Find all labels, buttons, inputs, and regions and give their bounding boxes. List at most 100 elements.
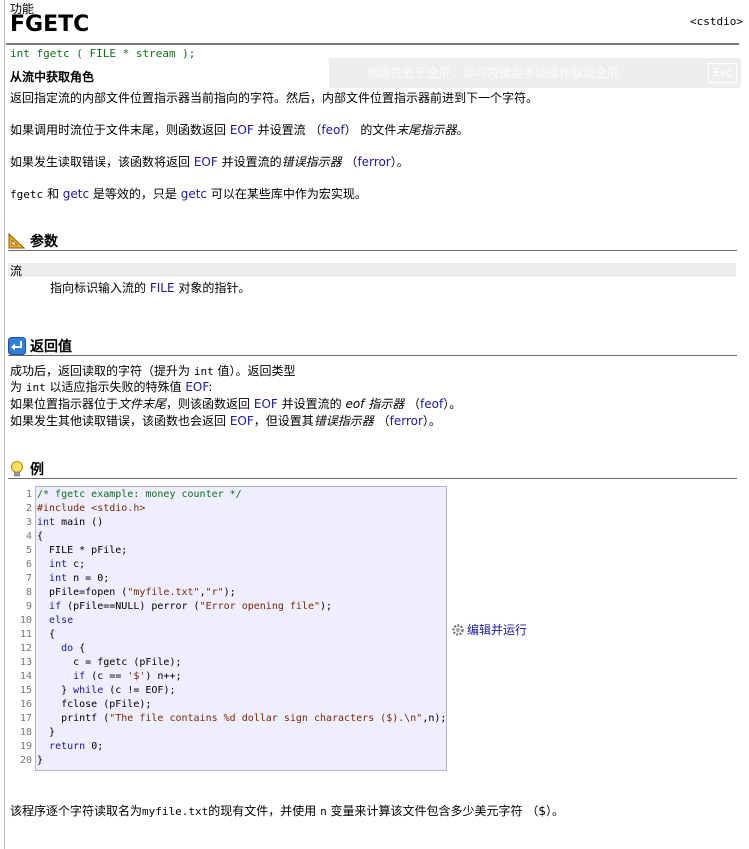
parameters-heading: 参数 — [8, 231, 58, 251]
text: 的现有文件，并使用 — [208, 804, 321, 818]
code-token: return — [49, 741, 86, 752]
code-line: int c; — [37, 558, 446, 572]
exit-fullscreen-button[interactable]: Esc — [708, 63, 737, 83]
example-divider — [8, 478, 737, 479]
eof-link[interactable]: EOF — [254, 397, 278, 411]
eof-link[interactable]: EOF — [194, 155, 218, 169]
text: ，但设置其 — [253, 414, 314, 428]
code-token: if — [49, 601, 62, 612]
code-line: c = fgetc (pFile); — [37, 656, 446, 670]
lightbulb-icon — [8, 460, 26, 478]
code-line: fclose (pFile); — [37, 698, 446, 712]
text: 如果位置指示器位于 — [10, 397, 119, 411]
code-token: "Error opening file" — [199, 601, 320, 612]
code-line: return 0; — [37, 740, 446, 754]
code-token: int — [37, 517, 56, 528]
code-token: { — [73, 643, 86, 654]
code-line-number: 9 — [25, 601, 32, 612]
text: ）。 — [390, 155, 409, 169]
return-line-3: 如果位置指示器位于文件末尾，则该函数返回 EOF 并设置流的 eof 指示器 （… — [10, 396, 461, 412]
code-token: } — [37, 685, 74, 696]
code-listing[interactable]: /* fgetc example: money counter */ #inclu… — [37, 488, 446, 768]
feof-link[interactable]: feof — [321, 123, 344, 137]
edit-and-run-link[interactable]: 编辑并运行 — [451, 621, 527, 638]
text: ）。 — [422, 414, 441, 428]
eof-link[interactable]: EOF — [185, 380, 208, 394]
text: 和 — [43, 187, 63, 201]
text: 该程序逐个字符读取名为 — [10, 804, 143, 818]
text: 对象的指针。 — [174, 281, 251, 295]
fullscreen-toast: 你现在处于全屏，即可按键盘手动操作取消全屏 Esc — [329, 58, 741, 88]
text: 并设置流 （ — [253, 123, 322, 137]
code-line-number: 12 — [19, 643, 32, 654]
code-line: } — [37, 754, 446, 768]
code-token: while — [73, 685, 104, 696]
code-token: ) n++; — [145, 671, 182, 682]
file-link[interactable]: FILE — [150, 281, 175, 295]
code-token: 0; — [85, 741, 104, 752]
example-heading: 例 — [8, 459, 44, 479]
code-token: /* fgetc example: money counter */ — [37, 489, 242, 500]
text: （ — [404, 397, 421, 411]
function-prototype: int fgetc ( FILE * stream ); — [10, 47, 196, 60]
code-line-number: 16 — [19, 699, 32, 710]
text-italic: eof 指示器 — [345, 397, 405, 411]
code-token: } — [37, 755, 44, 766]
code-line: if (c == '$') n++; — [37, 670, 446, 684]
description-p2: 如果调用时流位于文件末尾，则函数返回 EOF 并设置流 （feof） 的文件末尾… — [10, 122, 468, 138]
text-code: int — [193, 365, 214, 378]
code-line: FILE * pFile; — [37, 544, 446, 558]
code-token: do — [61, 643, 74, 654]
title-divider — [6, 43, 739, 45]
text-code: myfile.txt — [142, 805, 209, 818]
description-p3: 如果发生读取错误，该函数将返回 EOF 并设置流的错误指示器 （ferror）。 — [10, 154, 409, 170]
fullscreen-toast-message: 你现在处于全屏，即可按键盘手动操作取消全屏 — [367, 66, 620, 80]
code-token: } — [37, 727, 56, 738]
code-line: /* fgetc example: money counter */ — [37, 488, 446, 502]
code-token: (c == — [85, 671, 128, 682]
text: : — [208, 380, 213, 394]
code-token: fclose (pFile); — [37, 699, 152, 710]
return-arrow-icon — [8, 337, 26, 355]
code-token: c = fgetc (pFile); — [37, 657, 182, 668]
eof-link[interactable]: EOF — [230, 123, 254, 137]
feof-link[interactable]: feof — [420, 397, 443, 411]
text: 如果发生读取错误，该函数将返回 — [10, 155, 194, 169]
code-line: if (pFile==NULL) perror ("Error opening … — [37, 600, 446, 614]
return-value-heading: 返回值 — [8, 336, 72, 356]
code-token: #include <stdio.h> — [37, 503, 146, 514]
eof-link[interactable]: EOF — [230, 414, 254, 428]
code-line: printf ("The file contains %d dollar sig… — [37, 712, 446, 726]
return-line-1: 成功后，返回读取的字符（提升为 int 值）。返回类型 — [10, 363, 296, 380]
code-line-number: 15 — [19, 685, 32, 696]
code-line-number: 5 — [25, 545, 32, 556]
getc-link[interactable]: getc — [63, 187, 89, 201]
parameters-heading-label: 参数 — [30, 234, 58, 250]
code-line-numbers: 1 2 3 4 5 6 7 8 9 10 11 12 13 14 15 16 17 18 19 20 — [14, 488, 32, 768]
ruler-triangle-icon — [8, 232, 26, 250]
example-caption: 该程序逐个字符读取名为myfile.txt的现有文件，并使用 n 变量来计算该文… — [10, 803, 564, 820]
code-token: pFile=fopen ( — [37, 587, 128, 598]
text: 指向标识输入流的 — [50, 281, 150, 295]
code-line-number: 17 — [19, 713, 32, 724]
text-italic: 错误指示器 — [281, 155, 342, 169]
ferror-link[interactable]: ferror — [390, 414, 423, 428]
text: 并设置流的 — [277, 397, 346, 411]
code-token: "myfile.txt" — [127, 587, 200, 598]
description-p1: 返回指定流的内部文件位置指示器当前指向的字符。然后，内部文件位置指示器前进到下一… — [10, 91, 539, 105]
parameter-description: 指向标识输入流的 FILE 对象的指针。 — [50, 280, 250, 296]
ferror-link[interactable]: ferror — [357, 155, 390, 169]
description-p4: fgetc 和 getc 是等效的，只是 getc 可以在某些库中作为宏实现。 — [10, 186, 367, 203]
code-token: { — [37, 629, 56, 640]
code-line-number: 4 — [25, 531, 32, 542]
code-line: pFile=fopen ("myfile.txt","r"); — [37, 586, 446, 600]
getc-link[interactable]: getc — [181, 187, 207, 201]
text-italic: 文件末尾 — [118, 397, 167, 411]
text: 。 — [456, 123, 469, 137]
text: 如果发生其他读取错误，该函数也会返回 — [10, 414, 230, 428]
text: 并设置流的 — [217, 155, 282, 169]
code-token: if — [73, 671, 86, 682]
code-token: '$' — [127, 671, 146, 682]
